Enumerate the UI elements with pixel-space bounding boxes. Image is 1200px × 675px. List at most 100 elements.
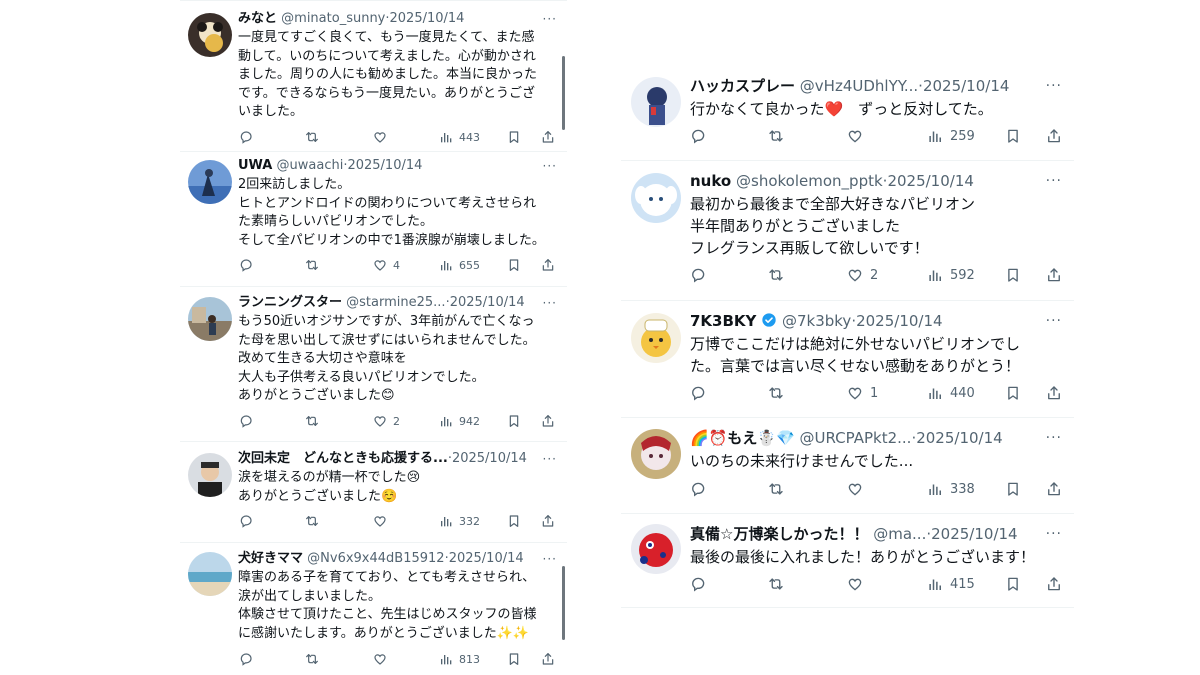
retweet-button[interactable] [304,413,320,429]
reply-button[interactable] [238,651,254,667]
views-button[interactable]: 592 [926,266,975,284]
bookmark-button[interactable] [506,413,522,429]
display-name[interactable]: ランニングスター [238,295,342,310]
share-button[interactable] [1045,480,1063,498]
display-name[interactable]: 次回未定 どんなときも応援する... [238,451,448,466]
views-button[interactable]: 443 [438,129,480,145]
bookmark-button[interactable] [1004,384,1022,402]
like-button[interactable] [372,129,393,145]
views-button[interactable]: 440 [926,384,975,402]
retweet-button[interactable] [304,257,320,273]
tweet[interactable]: 真備☆万博楽しかった！！ @ma...·2025/10/14 ··· 最後の最後… [621,514,1074,608]
display-name[interactable]: nuko [690,172,731,190]
views-button[interactable]: 332 [438,513,480,529]
tweet-date[interactable]: 2025/10/14 [347,158,422,173]
tweet[interactable]: nuko @shokolemon_pptk·2025/10/14 ··· 最初か… [621,161,1074,301]
share-button[interactable] [540,413,556,429]
avatar[interactable] [631,313,681,363]
more-options-icon[interactable]: ··· [543,159,557,173]
retweet-button[interactable] [304,129,320,145]
display-name[interactable]: ハッカスプレー [690,77,795,95]
user-handle[interactable]: @7k3bky [782,312,851,330]
display-name[interactable]: 真備☆万博楽しかった！！ [690,525,868,543]
reply-button[interactable] [238,513,254,529]
share-button[interactable] [540,129,556,145]
more-options-icon[interactable]: ··· [1046,173,1062,189]
tweet[interactable]: ランニングスター @starmine25...·2025/10/14 ··· も… [180,287,567,442]
share-button[interactable] [540,513,556,529]
display-name[interactable]: みなと [238,11,277,26]
views-button[interactable]: 813 [438,651,480,667]
tweet[interactable]: ハッカスプレー @vHz4UDhlYY...·2025/10/14 ··· 行か… [621,60,1074,161]
tweet[interactable]: 🌈⏰もえ☃️💎 @URCPAPkt2...·2025/10/14 ··· いのち… [621,418,1074,514]
reply-button[interactable] [238,257,254,273]
avatar[interactable] [631,429,681,479]
avatar[interactable] [188,297,232,341]
avatar[interactable] [188,13,232,57]
tweet[interactable]: UWA @uwaachi·2025/10/14 ··· 2回来訪しました。 ヒト… [180,152,567,287]
avatar[interactable] [631,173,681,223]
bookmark-button[interactable] [1004,266,1022,284]
more-options-icon[interactable]: ··· [543,552,557,566]
retweet-button[interactable] [304,651,320,667]
display-name[interactable]: 7K3BKY [690,312,756,330]
more-options-icon[interactable]: ··· [1046,526,1062,542]
user-handle[interactable]: @uwaachi [277,158,344,173]
tweet-date[interactable]: 2025/10/14 [931,525,1017,543]
more-options-icon[interactable]: ··· [1046,430,1062,446]
user-handle[interactable]: @vHz4UDhlYY... [800,77,918,95]
like-button[interactable]: 2 [846,266,878,284]
tweet-date[interactable]: 2025/10/14 [390,11,465,26]
user-handle[interactable]: @minato_sunny [281,11,385,26]
reply-button[interactable] [238,129,254,145]
reply-button[interactable] [689,266,707,284]
avatar[interactable] [188,552,232,596]
views-button[interactable]: 338 [926,480,975,498]
retweet-button[interactable] [767,480,785,498]
tweet-date[interactable]: 2025/10/14 [449,551,524,566]
tweet-date[interactable]: 2025/10/14 [887,172,973,190]
bookmark-button[interactable] [506,513,522,529]
views-button[interactable]: 655 [438,257,480,273]
share-button[interactable] [540,651,556,667]
views-button[interactable]: 942 [438,413,480,429]
retweet-button[interactable] [304,513,320,529]
bookmark-button[interactable] [506,651,522,667]
retweet-button[interactable] [767,266,785,284]
user-handle[interactable]: @URCPAPkt2... [800,429,912,447]
share-button[interactable] [1045,384,1063,402]
reply-button[interactable] [689,575,707,593]
retweet-button[interactable] [767,384,785,402]
user-handle[interactable]: @starmine25... [346,295,445,310]
more-options-icon[interactable]: ··· [1046,78,1062,94]
reply-button[interactable] [689,480,707,498]
tweet-date[interactable]: 2025/10/14 [923,77,1009,95]
more-options-icon[interactable]: ··· [543,452,557,466]
avatar[interactable] [188,453,232,497]
tweet[interactable]: みなと @minato_sunny·2025/10/14 ··· 一度見てすごく… [180,0,567,152]
tweet-date[interactable]: 2025/10/14 [450,295,525,310]
bookmark-button[interactable] [1004,127,1022,145]
bookmark-button[interactable] [506,257,522,273]
user-handle[interactable]: @shokolemon_pptk [736,172,883,190]
tweet[interactable]: 次回未定 どんなときも応援する...·2025/10/14 ··· 涙を堪えるの… [180,442,567,543]
more-options-icon[interactable]: ··· [543,12,557,26]
avatar[interactable] [631,77,681,127]
tweet-date[interactable]: 2025/10/14 [452,451,527,466]
share-button[interactable] [1045,575,1063,593]
tweet[interactable]: 犬好きママ @Nv6x9x44dB15912·2025/10/14 ··· 障害… [180,543,567,675]
reply-button[interactable] [689,127,707,145]
user-handle[interactable]: @ma... [873,525,926,543]
user-handle[interactable]: @Nv6x9x44dB15912 [307,551,444,566]
like-button[interactable] [372,651,393,667]
reply-button[interactable] [689,384,707,402]
bookmark-button[interactable] [1004,575,1022,593]
share-button[interactable] [540,257,556,273]
like-button[interactable]: 1 [846,384,878,402]
tweet-date[interactable]: 2025/10/14 [916,429,1002,447]
avatar[interactable] [188,160,232,204]
like-button[interactable]: 4 [372,257,400,273]
bookmark-button[interactable] [1004,480,1022,498]
like-button[interactable]: 2 [372,413,400,429]
like-button[interactable] [846,480,870,498]
